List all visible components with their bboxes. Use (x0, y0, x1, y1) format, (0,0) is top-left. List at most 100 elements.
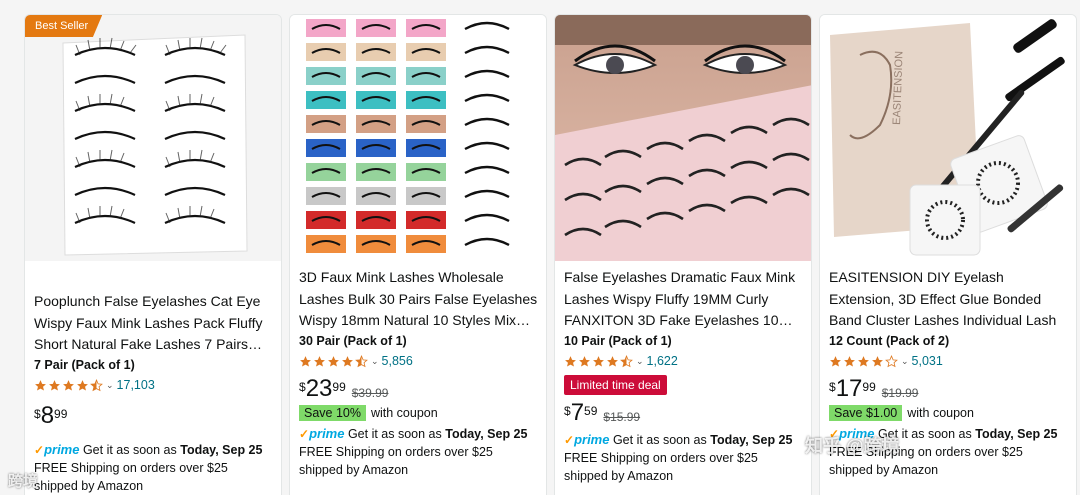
coupon-badge[interactable]: Save $1.00 (829, 405, 903, 421)
star-icon (844, 355, 855, 366)
star-icon (63, 379, 74, 390)
prime-check-icon: ✓ (34, 443, 45, 457)
star-icon (35, 379, 46, 390)
coupon-text: with coupon (907, 406, 974, 420)
coupon-row[interactable]: Save $1.00 with coupon (829, 405, 1068, 421)
best-seller-badge: Best Seller (25, 15, 103, 37)
delivery-text: Get it as soon as (82, 443, 177, 457)
star-icon (77, 379, 88, 390)
prime-logo: prime (574, 432, 610, 447)
delivery-date: Today, Sep 25 (180, 443, 263, 457)
prime-logo: prime (309, 426, 345, 441)
price[interactable]: $ 7 59 $15.99 (564, 401, 803, 425)
product-card[interactable]: False Eyelashes Dramatic Faux Mink Lashe… (554, 14, 812, 495)
price-whole: 17 (835, 375, 863, 402)
prime-logo: prime (44, 442, 80, 457)
price[interactable]: $ 8 99 (34, 404, 273, 428)
half-star-icon (620, 354, 633, 367)
price-fraction: 99 (332, 380, 346, 394)
star-rating[interactable] (299, 354, 368, 368)
delivery-info: ✓prime Get it as soon as Today, Sep 25 F… (34, 441, 273, 495)
review-count[interactable]: 5,031 (912, 354, 943, 368)
star-icon (830, 355, 841, 366)
star-icon (593, 355, 604, 366)
star-rating[interactable] (564, 354, 633, 368)
product-image[interactable] (555, 15, 811, 261)
pack-size: 12 Count (Pack of 2) (829, 334, 950, 348)
star-icon (314, 355, 325, 366)
price-whole: 8 (40, 402, 55, 429)
pack-size: 7 Pair (Pack of 1) (34, 358, 135, 372)
rating-row[interactable]: ⌄ 1,622 (564, 353, 803, 369)
price-fraction: 99 (862, 380, 876, 394)
price-symbol: $ (564, 404, 571, 418)
delivery-date: Today, Sep 25 (710, 433, 793, 447)
limited-deal-badge: Limited time deal (564, 375, 667, 395)
coupon-row[interactable]: Save 10% with coupon (299, 405, 538, 421)
price-symbol: $ (299, 380, 306, 394)
list-price: $19.99 (881, 386, 919, 400)
chevron-down-icon[interactable]: ⌄ (901, 356, 909, 367)
product-image[interactable] (290, 15, 546, 261)
star-icon (300, 355, 311, 366)
prime-check-icon: ✓ (564, 433, 575, 447)
star-icon (565, 355, 576, 366)
watermark-right: 知乎 @跨境 (805, 436, 900, 456)
product-card[interactable]: EASITENSION EASITENSION DIY Eyelash Exte… (819, 14, 1077, 495)
half-star-icon (355, 354, 368, 367)
review-count[interactable]: 1,622 (647, 354, 678, 368)
rating-row[interactable]: ⌄ 5,031 (829, 353, 1068, 369)
delivery-text: Get it as soon as (612, 433, 707, 447)
review-count[interactable]: 17,103 (117, 378, 155, 392)
product-title[interactable]: EASITENSION DIY Eyelash Extension, 3D Ef… (829, 267, 1068, 331)
star-icon (858, 355, 869, 366)
star-rating[interactable] (34, 378, 103, 392)
shipping-text: FREE Shipping on orders over $25 shipped… (564, 451, 758, 483)
price-fraction: 59 (584, 404, 598, 418)
product-card[interactable]: 3D Faux Mink Lashes Wholesale Lashes Bul… (289, 14, 547, 495)
star-icon (49, 379, 60, 390)
delivery-text: Get it as soon as (347, 427, 442, 441)
delivery-info: ✓prime Get it as soon as Today, Sep 25 F… (299, 425, 538, 479)
rating-row[interactable]: ⌄ 17,103 (34, 377, 273, 393)
star-icon (872, 355, 883, 366)
review-count[interactable]: 5,856 (382, 354, 413, 368)
product-title[interactable]: Pooplunch False Eyelashes Cat Eye Wispy … (34, 291, 273, 355)
list-price: $15.99 (603, 410, 641, 424)
rating-row[interactable]: ⌄ 5,856 (299, 353, 538, 369)
star-rating[interactable] (829, 354, 898, 368)
product-title[interactable]: False Eyelashes Dramatic Faux Mink Lashe… (564, 267, 803, 331)
price[interactable]: $ 23 99 $39.99 (299, 377, 538, 401)
price-fraction: 99 (54, 407, 68, 421)
shipping-text: FREE Shipping on orders over $25 shipped… (34, 461, 228, 493)
product-image[interactable] (25, 15, 281, 261)
chevron-down-icon[interactable]: ⌄ (106, 380, 114, 391)
product-title[interactable]: 3D Faux Mink Lashes Wholesale Lashes Bul… (299, 267, 538, 331)
coupon-text: with coupon (370, 406, 438, 420)
chevron-down-icon[interactable]: ⌄ (371, 356, 379, 367)
delivery-info: ✓prime Get it as soon as Today, Sep 25 F… (564, 431, 803, 485)
delivery-date: Today, Sep 25 (975, 427, 1058, 441)
price-symbol: $ (829, 380, 836, 394)
price-whole: 7 (570, 399, 585, 426)
star-icon (607, 355, 618, 366)
empty-star-icon (885, 354, 898, 367)
prime-check-icon: ✓ (299, 427, 310, 441)
price-whole: 23 (305, 375, 333, 402)
star-icon (342, 355, 353, 366)
chevron-down-icon[interactable]: ⌄ (636, 356, 644, 367)
delivery-date: Today, Sep 25 (445, 427, 528, 441)
list-price: $39.99 (351, 386, 389, 400)
product-card[interactable]: Best Seller Pooplunch False Eyelashes Ca… (24, 14, 282, 495)
price[interactable]: $ 17 99 $19.99 (829, 377, 1068, 401)
star-icon (579, 355, 590, 366)
star-icon (328, 355, 339, 366)
shipping-text: FREE Shipping on orders over $25 shipped… (299, 445, 493, 477)
pack-size: 10 Pair (Pack of 1) (564, 334, 672, 348)
half-star-icon (90, 378, 103, 391)
product-image[interactable]: EASITENSION (820, 15, 1076, 261)
watermark-left: 跨境 (8, 473, 39, 490)
pack-size: 30 Pair (Pack of 1) (299, 334, 407, 348)
coupon-badge[interactable]: Save 10% (299, 405, 366, 421)
price-symbol: $ (34, 407, 41, 421)
